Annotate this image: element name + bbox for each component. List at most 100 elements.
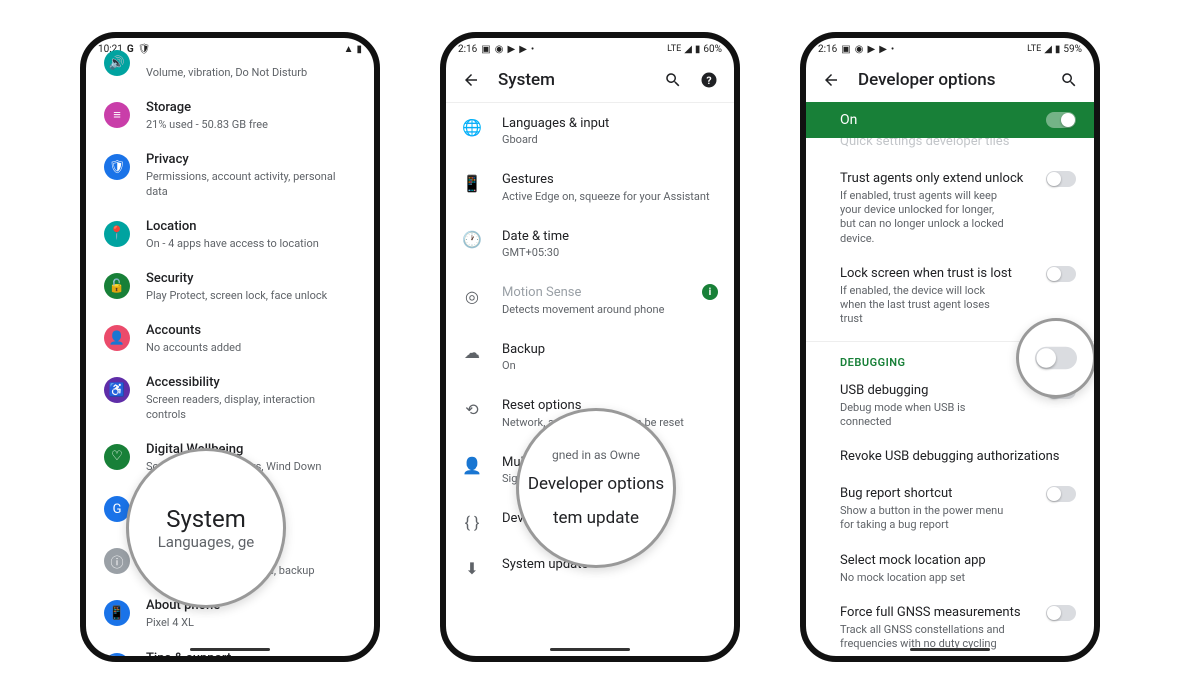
dev-item[interactable]: Trust agents only extend unlockIf enable… xyxy=(806,161,1094,256)
list-item[interactable]: Quick settings developer tiles xyxy=(806,138,1094,161)
back-icon[interactable] xyxy=(822,71,840,89)
item-icon: 📱 xyxy=(462,173,482,193)
home-indicator[interactable] xyxy=(550,648,630,651)
page-title: System xyxy=(498,70,555,90)
system-item[interactable]: 🕐 Date & timeGMT+05:30 xyxy=(446,216,734,272)
item-title: Tips & support xyxy=(146,651,356,656)
item-icon: ⓘ xyxy=(104,548,130,574)
item-sub: No accounts added xyxy=(146,341,356,355)
magnifier-switch xyxy=(1016,318,1096,398)
item-sub: No mock location app set xyxy=(840,571,1010,585)
phone-settings: 10:21 G 🛡 ▲ ▮ 🔊 SoundVolume, vibration, … xyxy=(80,32,380,662)
item-sub: Pixel 4 XL xyxy=(146,616,356,630)
info-icon[interactable]: i xyxy=(702,284,718,300)
dev-item[interactable]: Revoke USB debugging authorizations xyxy=(806,439,1094,476)
system-item[interactable]: 🌐 Languages & inputGboard xyxy=(446,103,734,159)
settings-item[interactable]: ≡ Storage21% used - 50.83 GB free xyxy=(86,90,374,142)
item-icon: ♡ xyxy=(104,444,130,470)
settings-item[interactable]: ♿ AccessibilityScreen readers, display, … xyxy=(86,365,374,431)
youtube-icon: ▶ xyxy=(879,44,887,55)
network-label: LTE xyxy=(667,44,681,54)
item-title: Trust agents only extend unlock xyxy=(840,171,1032,188)
item-icon: ☁ xyxy=(462,343,482,363)
item-icon: 🔓 xyxy=(104,273,130,299)
search-icon[interactable] xyxy=(1060,71,1078,89)
item-title: Motion Sense xyxy=(502,284,682,302)
dev-item[interactable]: Bug report shortcutShow a button in the … xyxy=(806,476,1094,542)
signal-icon: ◢ xyxy=(684,44,692,55)
youtube-icon: ▶ xyxy=(519,44,527,55)
whatsapp-icon: ◉ xyxy=(855,44,864,55)
item-icon: 👤 xyxy=(104,325,130,351)
item-title: Accessibility xyxy=(146,375,356,392)
item-icon: { } xyxy=(462,512,482,532)
settings-item[interactable]: 🔊 SoundVolume, vibration, Do Not Disturb xyxy=(86,38,374,90)
phone-devoptions: 2:16 ▣ ◉ ▶ ▶ • LTE ◢ ▮ 59% Developer opt… xyxy=(800,32,1100,662)
item-icon: ♿ xyxy=(104,377,130,403)
signal-icon: ◢ xyxy=(1044,44,1052,55)
item-title: Select mock location app xyxy=(840,553,1076,570)
status-time: 2:16 xyxy=(818,44,837,55)
home-indicator[interactable] xyxy=(910,648,990,651)
item-sub: On - 4 apps have access to location xyxy=(146,237,356,251)
master-switch[interactable]: On xyxy=(806,102,1094,138)
system-list[interactable]: 🌐 Languages & inputGboard 📱 GesturesActi… xyxy=(446,103,734,656)
item-icon: 📍 xyxy=(104,221,130,247)
item-title: Force full GNSS measurements xyxy=(840,605,1032,622)
youtube-icon: ▶ xyxy=(867,44,875,55)
item-icon: ◎ xyxy=(462,286,482,306)
item-icon: ? xyxy=(104,653,130,656)
magnifier: System Languages, ge xyxy=(126,448,286,608)
item-sub: On xyxy=(502,359,718,373)
item-sub: Volume, vibration, Do Not Disturb xyxy=(146,66,356,80)
master-switch-label: On xyxy=(840,112,857,128)
svg-text:?: ? xyxy=(706,74,711,87)
item-sub: If enabled, trust agents will keep your … xyxy=(840,189,1010,246)
system-item[interactable]: 📱 GesturesActive Edge on, squeeze for yo… xyxy=(446,159,734,215)
item-sub: Permissions, account activity, personal … xyxy=(146,170,356,199)
battery-icon: ▮ xyxy=(695,44,701,55)
dev-item[interactable]: Select mock location appNo mock location… xyxy=(806,543,1094,595)
toggle-switch[interactable] xyxy=(1046,266,1076,282)
home-indicator[interactable] xyxy=(190,648,270,651)
app-bar: Developer options xyxy=(806,56,1094,102)
item-title: Revoke USB debugging authorizations xyxy=(840,449,1076,466)
item-icon: ⬇ xyxy=(462,558,482,578)
item-icon: ≡ xyxy=(104,102,130,128)
system-item[interactable]: ☁ BackupOn xyxy=(446,329,734,385)
toggle-switch[interactable] xyxy=(1046,486,1076,502)
item-icon: 🌐 xyxy=(462,117,482,137)
item-title: Bug report shortcut xyxy=(840,486,1032,503)
toggle-switch[interactable] xyxy=(1035,347,1077,369)
item-title: Storage xyxy=(146,100,356,117)
mag-title: System xyxy=(166,505,246,533)
back-icon[interactable] xyxy=(462,71,480,89)
system-item[interactable]: ◎ Motion SenseDetects movement around ph… xyxy=(446,272,734,328)
more-icon: • xyxy=(531,44,534,55)
item-icon: 🛡 xyxy=(104,154,130,180)
item-icon: 📱 xyxy=(104,600,130,626)
toggle-switch[interactable] xyxy=(1046,171,1076,187)
item-sub: Play Protect, screen lock, face unlock xyxy=(146,289,356,303)
toggle-switch[interactable] xyxy=(1046,112,1076,128)
item-sub: Gboard xyxy=(502,133,718,147)
item-sub: Show a button in the power menu for taki… xyxy=(840,504,1010,533)
statusbar: 2:16 ▣ ◉ ▶ ▶ • LTE ◢ ▮ 59% xyxy=(806,38,1094,56)
dev-item[interactable]: Force full GNSS measurementsTrack all GN… xyxy=(806,595,1094,656)
youtube-icon: ▶ xyxy=(507,44,515,55)
help-icon[interactable]: ? xyxy=(700,71,718,89)
settings-item[interactable]: 📍 LocationOn - 4 apps have access to loc… xyxy=(86,209,374,261)
screenshot-icon: ▣ xyxy=(841,44,850,55)
item-sub: Track all GNSS constellations and freque… xyxy=(840,623,1010,652)
item-icon: ⟲ xyxy=(462,399,482,419)
page-title: Developer options xyxy=(858,70,995,90)
settings-item[interactable]: 👤 AccountsNo accounts added xyxy=(86,313,374,365)
settings-item[interactable]: 🔓 SecurityPlay Protect, screen lock, fac… xyxy=(86,261,374,313)
more-icon: • xyxy=(891,44,894,55)
item-title: USB debugging xyxy=(840,383,1032,400)
app-bar: System ? xyxy=(446,56,734,103)
toggle-switch[interactable] xyxy=(1046,605,1076,621)
mag-sub: Languages, ge xyxy=(158,533,255,551)
settings-item[interactable]: 🛡 PrivacyPermissions, account activity, … xyxy=(86,142,374,208)
search-icon[interactable] xyxy=(664,71,682,89)
